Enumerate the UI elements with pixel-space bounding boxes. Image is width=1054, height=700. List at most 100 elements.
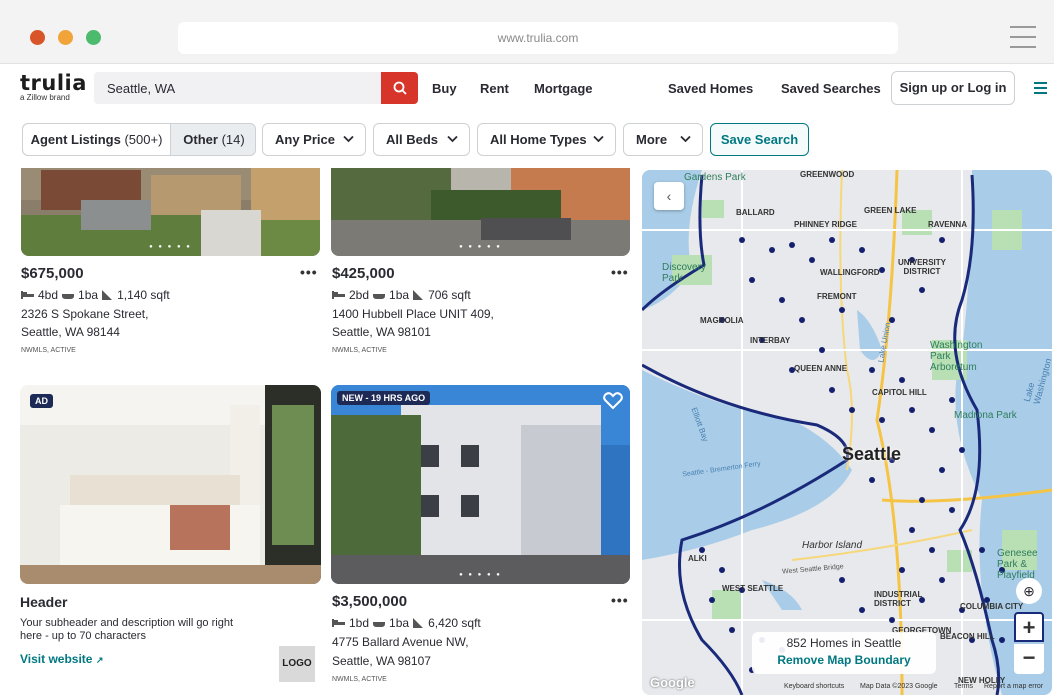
- visit-website-link[interactable]: Visit website ↗: [20, 652, 103, 666]
- map-label: QUEEN ANNE: [794, 364, 848, 373]
- listing-beds: 4bd: [38, 288, 59, 302]
- map-label: GREEN LAKE: [864, 206, 917, 215]
- collapse-map-button[interactable]: ‹: [654, 182, 684, 210]
- listing-address-line1[interactable]: 1400 Hubbell Place UNIT 409,: [332, 307, 494, 321]
- close-window-button[interactable]: [30, 30, 45, 45]
- listing-photo[interactable]: NEW - 19 HRS AGO ● ● ● ● ●: [331, 385, 630, 584]
- map-home-count: 852 Homes in Seattle: [786, 636, 902, 650]
- home-types-filter[interactable]: All Home Types: [477, 123, 616, 156]
- trulia-logo[interactable]: trulia a Zillow brand: [20, 72, 87, 102]
- listing-specs: 1bd 1ba 6,420 sqft: [332, 616, 481, 630]
- other-listings-tab[interactable]: Other (14): [171, 124, 255, 155]
- listing-photo[interactable]: ● ● ● ● ●: [331, 168, 630, 256]
- listing-baths: 1ba: [389, 616, 410, 630]
- heart-icon[interactable]: [603, 392, 623, 410]
- bath-icon: [373, 294, 386, 299]
- listing-price[interactable]: $675,000: [21, 265, 84, 282]
- photo-carousel-dots[interactable]: ● ● ● ● ●: [21, 244, 320, 250]
- nav-mortgage[interactable]: Mortgage: [534, 81, 593, 96]
- listing-sqft: 1,140 sqft: [117, 288, 170, 302]
- listing-mls-status: NWMLS, ACTIVE: [332, 347, 387, 354]
- listing-address-line2[interactable]: Seattle, WA 98107: [332, 654, 431, 668]
- listing-specs: 4bd 1ba 1,140 sqft: [21, 288, 170, 302]
- map-label: Madrona Park: [954, 410, 1017, 421]
- location-search-input[interactable]: [94, 72, 374, 104]
- beds-filter-label: All Beds: [386, 132, 439, 147]
- minimize-window-button[interactable]: [58, 30, 73, 45]
- search-map[interactable]: ‹ Gardens Park GREENWOOD BALLARD PHINNEY…: [642, 170, 1052, 695]
- more-filter-label: More: [636, 132, 668, 147]
- photo-carousel-dots[interactable]: ● ● ● ● ●: [331, 572, 630, 578]
- listing-address-line1[interactable]: 2326 S Spokane Street,: [21, 307, 148, 321]
- map-results-summary: 852 Homes in Seattle Remove Map Boundary: [752, 632, 936, 674]
- map-label: INDUSTRIAL DISTRICT: [874, 590, 923, 608]
- map-label: WEST SEATTLE: [722, 584, 784, 593]
- new-listing-badge: NEW - 19 HRS AGO: [337, 391, 431, 405]
- ad-photo[interactable]: AD: [20, 385, 321, 584]
- ad-logo: LOGO: [279, 646, 315, 682]
- nav-rent[interactable]: Rent: [480, 81, 509, 96]
- price-filter[interactable]: Any Price: [262, 123, 366, 156]
- agent-listings-tab[interactable]: Agent Listings (500+): [23, 124, 171, 155]
- listing-address-line2[interactable]: Seattle, WA 98101: [332, 325, 431, 339]
- listing-more-button[interactable]: •••: [300, 264, 318, 280]
- search-button[interactable]: [381, 72, 418, 104]
- zoom-in-button[interactable]: +: [1014, 612, 1044, 642]
- report-map-error-link[interactable]: Report a map error: [984, 683, 1043, 690]
- bed-icon: [332, 291, 345, 299]
- search-box: [94, 72, 418, 104]
- signup-login-button[interactable]: Sign up or Log in: [891, 71, 1015, 105]
- remove-map-boundary-button[interactable]: Remove Map Boundary: [752, 653, 936, 667]
- map-label: INTERBAY: [750, 336, 791, 345]
- keyboard-shortcuts-link[interactable]: Keyboard shortcuts: [784, 683, 844, 690]
- address-bar[interactable]: www.trulia.com: [178, 22, 898, 54]
- ad-header: Header: [20, 594, 68, 610]
- zoom-out-button[interactable]: −: [1014, 644, 1044, 674]
- listing-beds: 1bd: [349, 616, 370, 630]
- building-photo-image: [331, 385, 630, 584]
- listing-more-button[interactable]: •••: [611, 264, 629, 280]
- ad-badge: AD: [30, 394, 53, 408]
- listing-address-line1[interactable]: 4775 Ballard Avenue NW,: [332, 635, 469, 649]
- map-label: UNIVERSITY DISTRICT: [897, 258, 946, 276]
- maximize-window-button[interactable]: [86, 30, 101, 45]
- listing-more-button[interactable]: •••: [611, 592, 629, 608]
- map-data-attribution: Map Data ©2023 Google: [860, 683, 938, 690]
- chevron-down-icon: [593, 135, 604, 143]
- sqft-icon: [102, 290, 113, 300]
- map-label: GREENWOOD: [800, 170, 855, 179]
- beds-filter[interactable]: All Beds: [373, 123, 470, 156]
- nav-saved-homes[interactable]: Saved Homes: [668, 81, 753, 96]
- sqft-icon: [413, 618, 424, 628]
- listing-results: ● ● ● ● ● $675,000 ••• 4bd 1ba 1,140 sqf…: [0, 168, 640, 700]
- map-label: Genesee Park & Playfield: [997, 548, 1038, 581]
- menu-icon[interactable]: [1034, 82, 1047, 97]
- listing-address-line2[interactable]: Seattle, WA 98144: [21, 325, 120, 339]
- map-label: COLUMBIA CITY: [960, 602, 1024, 611]
- listing-price[interactable]: $3,500,000: [332, 593, 407, 610]
- map-label: BALLARD: [736, 208, 775, 217]
- map-city-label: Seattle: [842, 444, 902, 464]
- terms-link[interactable]: Terms: [954, 683, 973, 690]
- listing-price[interactable]: $425,000: [332, 265, 395, 282]
- more-filter[interactable]: More: [623, 123, 703, 156]
- logo-wordmark: trulia: [20, 71, 87, 95]
- map-label: Gardens Park: [684, 172, 746, 183]
- nav-saved-searches[interactable]: Saved Searches: [781, 81, 881, 96]
- photo-carousel-dots[interactable]: ● ● ● ● ●: [331, 244, 630, 250]
- listing-sqft: 706 sqft: [428, 288, 471, 302]
- agent-listings-label: Agent Listings: [30, 132, 121, 147]
- map-label: Discovery Park: [662, 262, 706, 284]
- google-logo: Google: [650, 675, 695, 690]
- chevron-down-icon: [447, 135, 458, 143]
- map-layers-icon[interactable]: ⊕: [1016, 578, 1042, 604]
- listing-photo[interactable]: ● ● ● ● ●: [21, 168, 320, 256]
- external-link-icon: ↗: [95, 655, 104, 665]
- listing-baths: 1ba: [78, 288, 99, 302]
- visit-website-label: Visit website: [20, 652, 93, 666]
- browser-menu-icon[interactable]: [1010, 26, 1036, 56]
- building-photo-image: [331, 168, 630, 256]
- nav-buy[interactable]: Buy: [432, 81, 457, 96]
- map-label: RAVENNA: [928, 220, 967, 229]
- save-search-button[interactable]: Save Search: [710, 123, 809, 156]
